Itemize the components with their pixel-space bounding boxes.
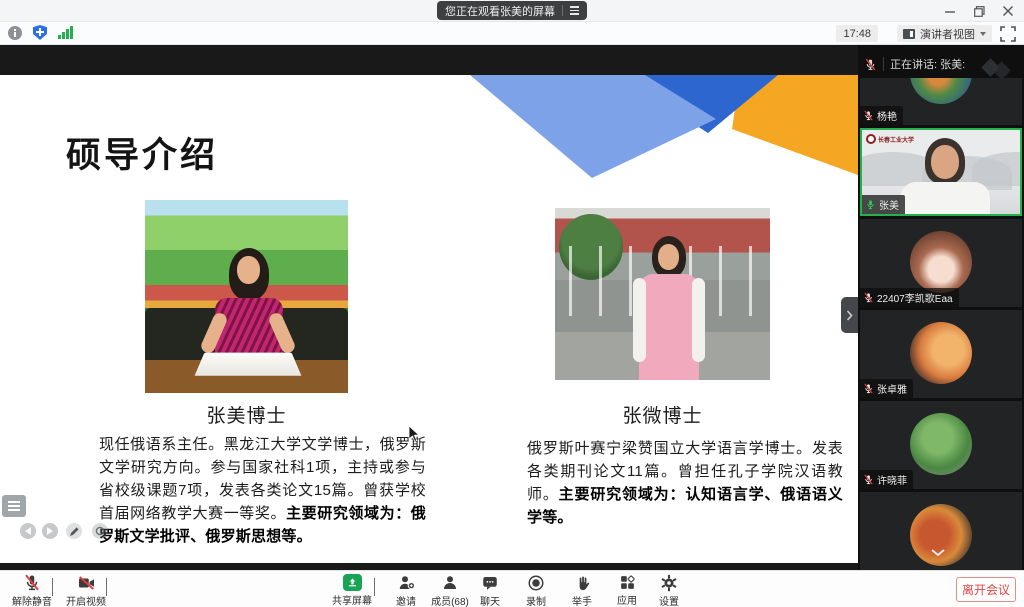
maximize-button[interactable]	[969, 2, 989, 20]
share-screen-button[interactable]: 共享屏幕	[328, 574, 376, 607]
share-options-caret[interactable]	[374, 579, 375, 597]
meeting-statusbar: 17:48 演讲者视图	[0, 22, 1024, 45]
raise-hand-button[interactable]: 举手	[561, 574, 603, 607]
avatar-xuxiaofei	[910, 413, 972, 475]
window-titlebar: 您正在观看张美的屏幕	[0, 0, 1024, 22]
fullscreen-button[interactable]	[1000, 26, 1016, 42]
mic-options-caret[interactable]	[52, 579, 53, 597]
active-speaker-bar: 正在讲话: 张美:	[858, 51, 1024, 77]
banner-menu-icon[interactable]	[570, 6, 579, 15]
shared-screen-stage: 硕导介绍 张美博士 张微博士 现任俄语系主任。黑龙江大学文学博士，俄罗斯文学研究…	[0, 45, 858, 570]
speaker-view-icon	[903, 29, 915, 39]
photo-zhangwei	[555, 208, 770, 380]
panel-collapse-handle[interactable]	[841, 297, 858, 333]
participant-name: 22407李凯歌Eaa	[877, 290, 953, 305]
avatar-yangyan	[910, 78, 972, 104]
invite-person-icon	[397, 574, 416, 592]
participant-tile-xuxiaofei[interactable]: 许晓菲	[860, 401, 1022, 489]
annotate-pen-button[interactable]	[66, 523, 82, 539]
more-presenter-options-button[interactable]	[92, 523, 108, 539]
members-button[interactable]: 成员(68)	[427, 574, 473, 607]
speaking-now-label: 正在讲话: 张美:	[890, 56, 965, 72]
participants-panel: 正在讲话: 张美: 杨艳 长春工业大学	[858, 45, 1024, 570]
participant-name: 张卓雅	[877, 381, 907, 396]
apps-button[interactable]: 应用	[606, 574, 648, 607]
members-icon	[441, 574, 459, 592]
minimize-button[interactable]	[940, 2, 960, 20]
security-shield-icon[interactable]	[33, 25, 47, 40]
presentation-slide: 硕导介绍 张美博士 张微博士 现任俄语系主任。黑龙江大学文学博士，俄罗斯文学研究…	[0, 75, 858, 563]
slide-outline-button[interactable]	[2, 495, 26, 517]
caption-right-name: 张微博士	[555, 401, 770, 428]
next-slide-button[interactable]	[42, 523, 58, 539]
view-mode-button[interactable]: 演讲者视图	[897, 25, 992, 42]
window-controls	[940, 0, 1018, 22]
mic-muted-icon	[863, 110, 874, 121]
gear-icon	[660, 574, 678, 592]
record-button[interactable]: 录制	[514, 574, 558, 607]
camera-off-icon	[77, 574, 96, 592]
meeting-time: 17:48	[836, 25, 878, 42]
participant-name: 许晓菲	[877, 472, 907, 487]
meeting-window: 您正在观看张美的屏幕 17:48 演讲者视图	[0, 0, 1024, 607]
mic-muted-icon	[863, 474, 874, 485]
mic-muted-icon	[863, 383, 874, 394]
record-icon	[527, 574, 545, 592]
network-signal-icon[interactable]	[58, 26, 73, 39]
prev-slide-button[interactable]	[20, 523, 36, 539]
university-watermark: 长春工业大学	[866, 134, 914, 144]
chat-bubble-icon	[481, 574, 499, 592]
meeting-info-icon[interactable]	[8, 26, 22, 40]
view-mode-label: 演讲者视图	[920, 26, 975, 42]
avatar-likaige	[910, 231, 972, 293]
screen-watch-banner-text: 您正在观看张美的屏幕	[445, 3, 555, 19]
avatar-zhangzhuoya	[910, 322, 972, 384]
raise-hand-icon	[574, 574, 591, 592]
mic-muted-icon	[864, 58, 877, 71]
mic-muted-icon	[23, 574, 41, 592]
apps-grid-icon	[619, 574, 636, 591]
participant-name: 杨艳	[877, 108, 897, 123]
video-options-caret[interactable]	[106, 579, 107, 597]
bio-left: 现任俄语系主任。黑龙江大学文学博士，俄罗斯文学研究方向。参与国家社科1项，主持或…	[99, 433, 426, 548]
bio-right: 俄罗斯叶赛宁梁赞国立大学语言学博士。发表各类期刊论文11篇。曾担任孔子学院汉语教…	[527, 437, 843, 529]
participant-name: 张美	[879, 197, 899, 212]
settings-button[interactable]: 设置	[648, 574, 690, 607]
participant-tile-zhangzhuoya[interactable]: 张卓雅	[860, 310, 1022, 398]
leave-meeting-button[interactable]: 离开会议	[956, 577, 1016, 602]
mic-muted-icon	[863, 292, 874, 303]
participant-tile-zhangmei[interactable]: 长春工业大学 张美	[860, 128, 1022, 216]
meeting-logo-watermark	[984, 59, 1018, 77]
scroll-more-chevron-icon[interactable]	[931, 544, 945, 562]
view-mode-caret-icon	[980, 32, 986, 36]
slide-title: 硕导介绍	[66, 127, 218, 178]
banner-divider	[562, 5, 563, 16]
meeting-toolbar: 解除静音 开启视频 共享屏幕	[0, 570, 1024, 607]
mouse-cursor	[408, 425, 420, 443]
participant-tile-yangyan[interactable]: 杨艳	[860, 78, 1022, 125]
close-button[interactable]	[998, 2, 1018, 20]
participant-tile-more[interactable]	[860, 492, 1022, 570]
mic-active-icon	[865, 199, 876, 210]
caption-left-name: 张美博士	[145, 401, 348, 428]
photo-zhangmei	[145, 200, 348, 393]
start-video-button[interactable]: 开启视频	[62, 574, 110, 607]
chat-button[interactable]: 聊天	[470, 574, 510, 607]
unmute-button[interactable]: 解除静音	[8, 574, 56, 607]
participant-tile-likaige[interactable]: 22407李凯歌Eaa	[860, 219, 1022, 307]
screen-watch-banner[interactable]: 您正在观看张美的屏幕	[437, 1, 587, 20]
share-screen-icon	[343, 574, 362, 591]
invite-button[interactable]: 邀请	[385, 574, 427, 607]
